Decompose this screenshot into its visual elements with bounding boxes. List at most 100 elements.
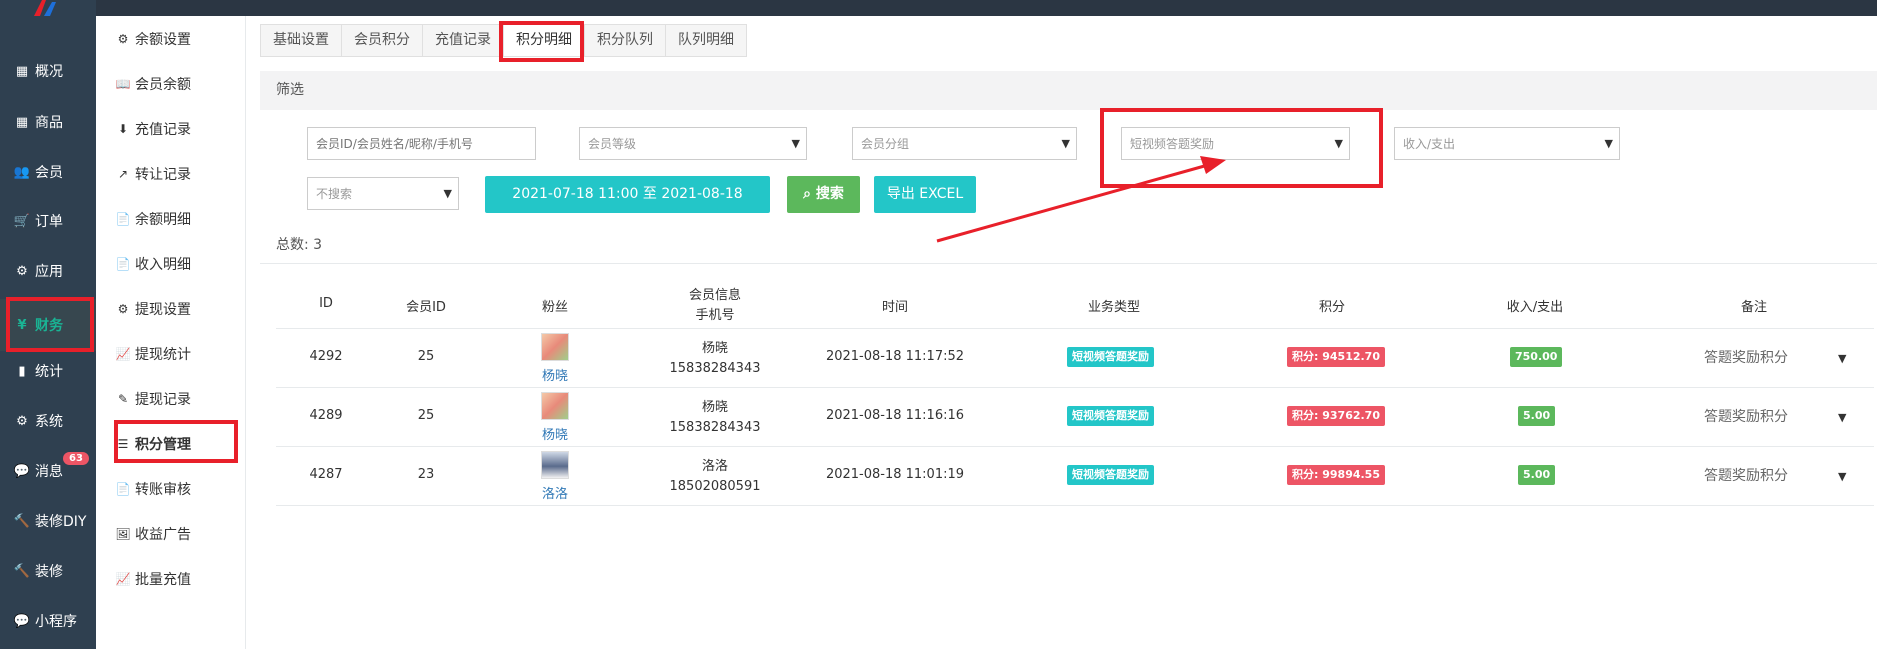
member-group-select[interactable]: 会员分组 ▼ [852, 127, 1077, 160]
nav-item-stats[interactable]: ▮ 统计 [0, 349, 96, 393]
nav-item-decorate[interactable]: 🔨 装修 [0, 549, 96, 593]
external-link-icon: ↗ [117, 167, 129, 181]
nav-item-message[interactable]: 💬 消息 63 [0, 449, 96, 493]
sub-item-withdraw-stats[interactable]: 📈 提现统计 [96, 334, 246, 374]
nav-item-decorate-diy[interactable]: 🔨 装修DIY [0, 499, 96, 543]
nav-item-label: 消息 [35, 464, 63, 480]
table-divider [276, 328, 1874, 329]
nav-item-system[interactable]: ⚙ 系统 [0, 399, 96, 443]
sub-item-label: 余额明细 [135, 212, 191, 228]
biz-type-badge: 短视频答题奖励 [1067, 406, 1154, 426]
sub-item-label: 转让记录 [135, 167, 191, 183]
nav-item-order[interactable]: 🛒 订单 [0, 199, 96, 243]
table-divider [276, 446, 1874, 447]
member-phone: 15838284343 [669, 420, 761, 435]
sub-item-label: 余额设置 [135, 32, 191, 48]
business-type-select[interactable]: 短视频答题奖励 ▼ [1121, 127, 1350, 160]
chevron-down-icon: ▼ [1334, 137, 1343, 150]
tab-queue-details[interactable]: 队列明细 [665, 24, 747, 57]
hammer-icon: 🔨 [13, 563, 31, 579]
member-level-value: 会员等级 [588, 137, 637, 151]
nav-item-label: 商品 [35, 115, 63, 131]
row-dropdown-caret-icon[interactable]: ▼ [1838, 411, 1846, 424]
sub-item-transfer-records[interactable]: ↗ 转让记录 [96, 154, 246, 194]
line-chart-icon: 📈 [115, 347, 131, 361]
sub-item-recharge-records[interactable]: ⬇ 充值记录 [96, 109, 246, 149]
search-button[interactable]: ⌕ 搜索 [787, 176, 860, 213]
col-header-id: ID [319, 296, 333, 311]
points-badge: 积分: 99894.55 [1287, 465, 1385, 485]
nav-item-apps[interactable]: ⚙ 应用 [0, 249, 96, 293]
sub-item-balance-settings[interactable]: ⚙ 余额设置 [96, 19, 246, 59]
tab-basic-settings[interactable]: 基础设置 [260, 24, 342, 57]
row-dropdown-caret-icon[interactable]: ▼ [1838, 470, 1846, 483]
fan-name-link[interactable]: 杨晓 [525, 365, 585, 384]
sub-item-label: 提现设置 [135, 302, 191, 318]
divider [260, 263, 1877, 264]
goods-icon: ▦ [15, 114, 29, 130]
tab-points-details[interactable]: 积分明细 [503, 24, 585, 57]
search-icon: ⌕ [803, 186, 811, 202]
avatar[interactable] [541, 392, 569, 420]
tab-recharge-records[interactable]: 充值记录 [422, 24, 504, 57]
search-mode-value: 不搜索 [316, 187, 353, 201]
sub-item-member-balance[interactable]: 📖 会员余额 [96, 64, 246, 104]
sub-item-revenue-ads[interactable]: 🖼 收益广告 [96, 514, 246, 554]
fan-name-link[interactable]: 杨晓 [525, 424, 585, 443]
line-chart-icon: 📈 [115, 572, 131, 586]
avatar[interactable] [541, 333, 569, 361]
file-icon: 📄 [115, 257, 131, 271]
col-header-fan: 粉丝 [541, 300, 568, 315]
sub-item-transfer-review[interactable]: 📄 转账审核 [96, 469, 246, 509]
sub-item-income-details[interactable]: 📄 收入明细 [96, 244, 246, 284]
sub-item-label: 转账审核 [135, 482, 191, 498]
col-header-points: 积分 [1318, 300, 1345, 315]
total-count: 总数: 3 [276, 234, 322, 254]
download-icon: ⬇ [117, 122, 129, 136]
biz-type-badge: 短视频答题奖励 [1067, 465, 1154, 485]
member-level-select[interactable]: 会员等级 ▼ [579, 127, 807, 160]
nav-item-label: 小程序 [35, 614, 77, 630]
filter-header: 筛选 [260, 71, 1877, 110]
sub-item-withdraw-records[interactable]: ✎ 提现记录 [96, 379, 246, 419]
col-header-remark: 备注 [1740, 300, 1767, 315]
amount-badge: 5.00 [1518, 406, 1556, 426]
cell-id: 4292 [309, 349, 343, 364]
hammer-icon: 🔨 [13, 513, 31, 529]
sub-item-balance-details[interactable]: 📄 余额明细 [96, 199, 246, 239]
avatar[interactable] [541, 451, 569, 479]
search-mode-select[interactable]: 不搜索 ▼ [307, 177, 459, 210]
tab-member-points[interactable]: 会员积分 [341, 24, 423, 57]
wechat-icon: 💬 [13, 613, 31, 629]
table-divider [276, 505, 1874, 506]
tab-bar: 基础设置 会员积分 充值记录 积分明细 积分队列 队列明细 [260, 24, 747, 57]
search-button-label: 搜索 [815, 186, 844, 202]
sub-item-points-management[interactable]: ☰ 积分管理 [96, 424, 246, 464]
export-excel-button[interactable]: 导出 EXCEL [874, 176, 976, 213]
inout-select[interactable]: 收入/支出 ▼ [1394, 127, 1620, 160]
nav-item-miniprogram[interactable]: 💬 小程序 [0, 599, 96, 643]
col-header-member-info-line1: 会员信息 [688, 288, 741, 303]
date-range-button[interactable]: 2021-07-18 11:00 至 2021-08-18 11:00 ▦ [485, 176, 770, 239]
nav-item-member[interactable]: 👥 会员 [0, 150, 96, 194]
image-icon: 🖼 [115, 527, 131, 541]
nav-item-finance[interactable]: ¥ 财务 [0, 299, 96, 351]
sub-item-batch-recharge[interactable]: 📈 批量充值 [96, 559, 246, 599]
row-dropdown-caret-icon[interactable]: ▼ [1838, 352, 1846, 365]
fan-name-link[interactable]: 洛洛 [525, 483, 585, 502]
member-search-field[interactable] [307, 127, 536, 160]
inout-value: 收入/支出 [1403, 137, 1456, 151]
nav-item-overview[interactable]: ▦ 概况 [0, 49, 96, 93]
gear-icon: ⚙ [16, 413, 28, 429]
cell-time: 2021-08-18 11:01:19 [825, 467, 965, 482]
member-search-input[interactable] [316, 136, 527, 151]
nav-item-goods[interactable]: ▦ 商品 [0, 100, 96, 144]
tab-points-queue[interactable]: 积分队列 [584, 24, 666, 57]
overview-icon: ▦ [15, 63, 29, 79]
member-name: 洛洛 [701, 459, 728, 474]
users-icon: 👥 [13, 164, 31, 180]
pencil-icon: ✎ [117, 392, 129, 406]
gear-icon: ⚙ [117, 32, 129, 46]
sub-item-withdraw-settings[interactable]: ⚙ 提现设置 [96, 289, 246, 329]
cell-remark: 答题奖励积分 [1704, 468, 1788, 484]
